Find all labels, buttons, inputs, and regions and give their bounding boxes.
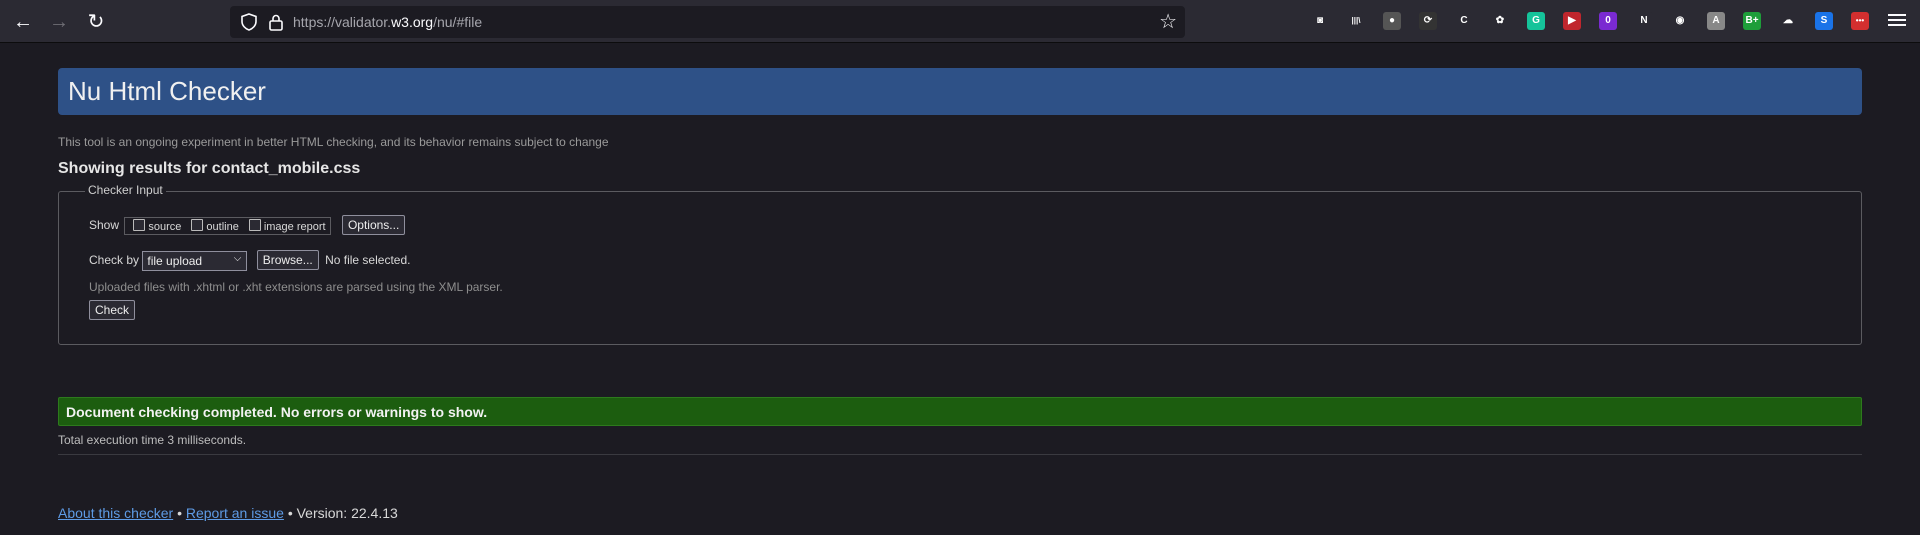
divider	[58, 454, 1862, 455]
url-prefix: https://validator.	[293, 14, 392, 30]
version-text: Version: 22.4.13	[296, 505, 398, 521]
source-label[interactable]: source	[148, 221, 181, 233]
source-checkbox[interactable]	[133, 218, 146, 231]
reload-icon[interactable]: ↻	[82, 9, 110, 35]
success-message-bar: Document checking completed. No errors o…	[58, 397, 1862, 426]
extension-eyes-icon[interactable]: ◉	[1671, 12, 1689, 30]
browser-toolbar: ← → ↻ https://validator.w3.org/nu/#file …	[0, 0, 1920, 43]
shield-icon[interactable]	[240, 13, 258, 31]
about-checker-link[interactable]: About this checker	[58, 505, 173, 521]
cookie-icon[interactable]: ✿	[1491, 12, 1509, 30]
show-options-row: Show source outline image report Options..…	[89, 215, 406, 235]
options-button[interactable]: Options...	[341, 215, 406, 235]
forward-arrow-icon[interactable]: →	[45, 9, 73, 35]
hamburger-menu-icon[interactable]	[1888, 11, 1906, 31]
extension-shoe-icon[interactable]: ☁	[1779, 12, 1797, 30]
extension-c-icon[interactable]: C	[1455, 12, 1473, 30]
pocket-icon[interactable]: ◙	[1311, 12, 1329, 30]
image-report-checkbox[interactable]	[248, 218, 261, 231]
checker-input-legend: Checker Input	[85, 183, 166, 197]
xml-parser-note: Uploaded files with .xhtml or .xht exten…	[89, 280, 503, 294]
extension-red-icon[interactable]: ▶	[1563, 12, 1581, 30]
check-by-select[interactable]: file upload ⌵	[142, 250, 248, 271]
outline-label[interactable]: outline	[206, 221, 238, 233]
footer: About this checker • Report an issue • V…	[58, 505, 398, 521]
extension-s-icon[interactable]: S	[1815, 12, 1833, 30]
url-domain: w3.org	[391, 14, 434, 30]
footer-separator: •	[287, 505, 293, 521]
grammarly-icon[interactable]: G	[1527, 12, 1545, 30]
report-issue-link[interactable]: Report an issue	[186, 505, 284, 521]
chevron-down-icon: ⌵	[233, 252, 242, 264]
outline-checkbox[interactable]	[191, 218, 204, 231]
execution-time-text: Total execution time 3 milliseconds.	[58, 433, 247, 447]
extension-purple-icon[interactable]: 0	[1599, 12, 1617, 30]
no-file-selected-text: No file selected.	[325, 253, 411, 267]
browse-button[interactable]: Browse...	[256, 250, 319, 270]
page-title: Nu Html Checker	[68, 76, 266, 106]
image-report-label[interactable]: image report	[264, 221, 326, 233]
back-arrow-icon[interactable]: ←	[9, 9, 37, 35]
checker-input-fieldset: Checker Input Show source outline image re…	[58, 183, 1862, 345]
extension-2-icon[interactable]: ⟳	[1419, 12, 1437, 30]
extension-1-icon[interactable]: ●	[1383, 12, 1401, 30]
url-suffix: /nu/#file	[433, 14, 483, 30]
check-by-label: Check by	[89, 253, 140, 267]
check-by-row: Check by file upload ⌵ Browse... No file …	[89, 250, 410, 271]
footer-separator: •	[177, 505, 182, 521]
check-by-value: file upload	[147, 253, 203, 268]
show-label: Show	[89, 218, 120, 232]
page-content: Nu Html Checker This tool is an ongoing …	[0, 43, 1920, 535]
extension-dots-icon[interactable]: •••	[1851, 12, 1869, 30]
address-bar[interactable]: https://validator.w3.org/nu/#file ☆	[230, 6, 1185, 38]
url-text[interactable]: https://validator.w3.org/nu/#file	[293, 14, 482, 30]
netflix-icon[interactable]: N	[1635, 12, 1653, 30]
success-message: Document checking completed. No errors o…	[66, 404, 488, 420]
lock-icon[interactable]	[268, 13, 284, 31]
disclaimer-text: This tool is an ongoing experiment in be…	[58, 135, 609, 149]
page-header-banner: Nu Html Checker	[58, 68, 1862, 115]
results-heading: Showing results for contact_mobile.css	[58, 160, 361, 177]
extension-b-icon[interactable]: B+	[1743, 12, 1761, 30]
check-button[interactable]: Check	[89, 300, 136, 320]
library-icon[interactable]: |||\	[1347, 12, 1365, 30]
show-options-group: source outline image report	[124, 216, 331, 235]
extension-a-icon[interactable]: A	[1707, 12, 1725, 30]
bookmark-star-icon[interactable]: ☆	[1159, 11, 1177, 33]
